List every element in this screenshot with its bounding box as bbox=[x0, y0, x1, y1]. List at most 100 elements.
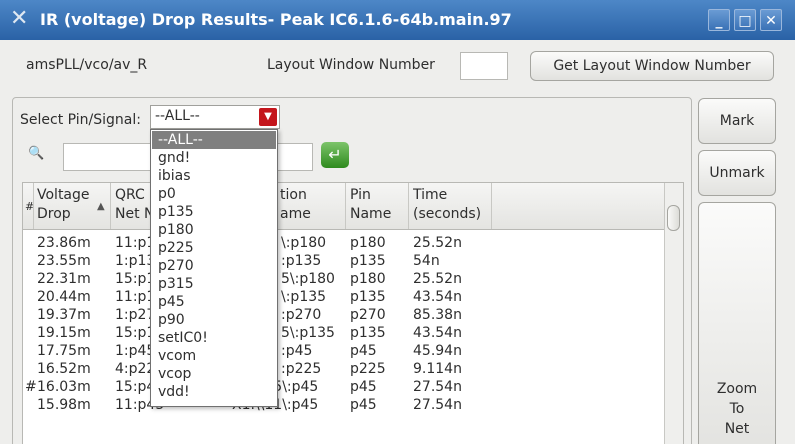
dropdown-option[interactable]: p225 bbox=[152, 239, 276, 257]
dropdown-option[interactable]: p0 bbox=[152, 185, 276, 203]
dropdown-option[interactable]: p135 bbox=[152, 203, 276, 221]
voltage-drop-cell: 19.15m bbox=[37, 325, 91, 341]
dropdown-option[interactable]: ibias bbox=[152, 167, 276, 185]
get-layout-window-button[interactable]: Get Layout Window Number bbox=[530, 51, 774, 81]
time-cell: 45.94n bbox=[413, 343, 462, 359]
ir-drop-results-window: ✕ IR (voltage) Drop Results- Peak IC6.1.… bbox=[0, 0, 795, 444]
column-divider[interactable] bbox=[33, 183, 34, 229]
table-row[interactable]: # 16.03m 15:p4 X1.\\15\:p45 p45 27.54n bbox=[23, 379, 665, 397]
zoom-label-line2: To bbox=[729, 401, 745, 417]
dropdown-option[interactable]: vcop bbox=[152, 365, 276, 383]
time-cell: 27.54n bbox=[413, 379, 462, 395]
unmark-button[interactable]: Unmark bbox=[698, 150, 776, 196]
table-row[interactable]: 23.55m 1:p13 :p135 p135 54n bbox=[23, 253, 665, 271]
sort-ascending-icon: ▲ bbox=[97, 201, 105, 212]
pin-cell: p135 bbox=[350, 325, 386, 341]
voltage-drop-cell: 17.75m bbox=[37, 343, 91, 359]
cell-path: amsPLL/vco/av_R bbox=[26, 57, 148, 73]
zoom-label-line1: Zoom bbox=[716, 381, 758, 397]
pin-cell: p225 bbox=[350, 361, 386, 377]
dropdown-option[interactable]: vdd! bbox=[152, 383, 276, 401]
voltage-drop-cell: 20.44m bbox=[37, 289, 91, 305]
dropdown-option[interactable]: setIC0! bbox=[152, 329, 276, 347]
table-row[interactable]: 16.52m 4:p22 :p225 p225 9.114n bbox=[23, 361, 665, 379]
pin-signal-selected: --ALL-- bbox=[155, 108, 200, 124]
dropdown-option[interactable]: vcom bbox=[152, 347, 276, 365]
voltage-drop-cell: 23.86m bbox=[37, 235, 91, 251]
title-bar[interactable]: ✕ IR (voltage) Drop Results- Peak IC6.1.… bbox=[0, 0, 795, 40]
scrollbar-thumb[interactable] bbox=[667, 205, 680, 231]
dropdown-option-all[interactable]: --ALL-- bbox=[152, 131, 276, 149]
pin-cell: p45 bbox=[350, 397, 377, 413]
table-row[interactable]: 15.98m 11:p45 X1.\\11\:p45 p45 27.54n bbox=[23, 397, 665, 415]
table-row[interactable]: 17.75m 1:p45 :p45 p45 45.94n bbox=[23, 343, 665, 361]
dropdown-option[interactable]: gnd! bbox=[152, 149, 276, 167]
table-row[interactable]: 19.15m 15:p1 5\:p135 p135 43.54n bbox=[23, 325, 665, 343]
pin-cell: p45 bbox=[350, 379, 377, 395]
refresh-arrow-icon[interactable]: ↵ bbox=[321, 142, 349, 168]
voltage-drop-cell: 19.37m bbox=[37, 307, 91, 323]
time-cell: 43.54n bbox=[413, 325, 462, 341]
column-divider[interactable] bbox=[110, 183, 111, 229]
x-icon: ✕ bbox=[10, 6, 29, 31]
pin-cell: p45 bbox=[350, 343, 377, 359]
column-divider[interactable] bbox=[408, 183, 409, 229]
time-cell: 25.52n bbox=[413, 271, 462, 287]
dropdown-option[interactable]: p270 bbox=[152, 257, 276, 275]
voltage-drop-cell: 22.31m bbox=[37, 271, 91, 287]
results-table: # Voltage Drop ▲ QRC Net N tion ame Pin … bbox=[22, 182, 684, 444]
voltage-drop-cell: 23.55m bbox=[37, 253, 91, 269]
column-header-qrc-net[interactable]: QRC Net N bbox=[115, 186, 155, 224]
instance-cell: :p225 bbox=[281, 361, 322, 377]
dropdown-option[interactable]: p315 bbox=[152, 275, 276, 293]
voltage-drop-cell: 16.52m bbox=[37, 361, 91, 377]
column-header-pin-name[interactable]: Pin Name bbox=[350, 186, 391, 224]
table-row[interactable]: 23.86m 11:p1 \:p180 p180 25.52n bbox=[23, 235, 665, 253]
instance-cell: :p270 bbox=[281, 307, 322, 323]
table-row[interactable]: 20.44m 11:p1 \:p135 p135 43.54n bbox=[23, 289, 665, 307]
column-header-time[interactable]: Time (seconds) bbox=[413, 186, 481, 224]
pin-cell: p180 bbox=[350, 271, 386, 287]
table-header: # Voltage Drop ▲ QRC Net N tion ame Pin … bbox=[23, 183, 665, 230]
time-cell: 85.38n bbox=[413, 307, 462, 323]
instance-cell: \:p180 bbox=[281, 235, 327, 251]
pin-signal-dropdown-list[interactable]: --ALL-- gnd! ibias p0 p135 p180 p225 p27… bbox=[150, 129, 278, 407]
time-cell: 43.54n bbox=[413, 289, 462, 305]
instance-cell: \:p135 bbox=[281, 289, 327, 305]
zoom-to-net-button[interactable]: Zoom To Net bbox=[698, 202, 776, 444]
pin-cell: p180 bbox=[350, 235, 386, 251]
voltage-drop-cell: 15.98m bbox=[37, 397, 91, 413]
column-divider[interactable] bbox=[345, 183, 346, 229]
pin-signal-select[interactable]: --ALL-- ▼ bbox=[150, 105, 280, 129]
window-title: IR (voltage) Drop Results- Peak IC6.1.6-… bbox=[40, 10, 512, 29]
instance-cell: 5\:p180 bbox=[281, 271, 335, 287]
magnifier-icon: 🔍 bbox=[28, 146, 45, 161]
time-cell: 54n bbox=[413, 253, 440, 269]
zoom-label-line3: Net bbox=[724, 421, 750, 437]
time-cell: 27.54n bbox=[413, 397, 462, 413]
layout-window-number-input[interactable] bbox=[460, 52, 508, 80]
pin-cell: p270 bbox=[350, 307, 386, 323]
pin-cell: p135 bbox=[350, 289, 386, 305]
pin-cell: p135 bbox=[350, 253, 386, 269]
mark-button[interactable]: Mark bbox=[698, 98, 776, 144]
column-header-instance-name[interactable]: tion ame bbox=[280, 186, 311, 224]
instance-cell: :p45 bbox=[281, 343, 313, 359]
maximize-button[interactable]: □ bbox=[734, 9, 756, 31]
dropdown-option[interactable]: p45 bbox=[152, 293, 276, 311]
table-row[interactable]: 19.37m 1:p27 :p270 p270 85.38n bbox=[23, 307, 665, 325]
time-cell: 25.52n bbox=[413, 235, 462, 251]
table-row[interactable]: 22.31m 15:p1 5\:p180 p180 25.52n bbox=[23, 271, 665, 289]
close-button[interactable]: ✕ bbox=[760, 9, 782, 31]
layout-window-label: Layout Window Number bbox=[267, 57, 435, 73]
column-header-voltage-drop[interactable]: Voltage Drop bbox=[37, 186, 90, 224]
minimize-button[interactable]: _ bbox=[708, 9, 730, 31]
instance-cell: 5\:p135 bbox=[281, 325, 335, 341]
time-cell: 9.114n bbox=[413, 361, 462, 377]
chevron-down-icon[interactable]: ▼ bbox=[259, 108, 277, 126]
dropdown-option[interactable]: p90 bbox=[152, 311, 276, 329]
dropdown-option[interactable]: p180 bbox=[152, 221, 276, 239]
table-scrollbar[interactable] bbox=[664, 183, 683, 444]
instance-cell: :p135 bbox=[281, 253, 322, 269]
column-divider[interactable] bbox=[491, 183, 492, 229]
